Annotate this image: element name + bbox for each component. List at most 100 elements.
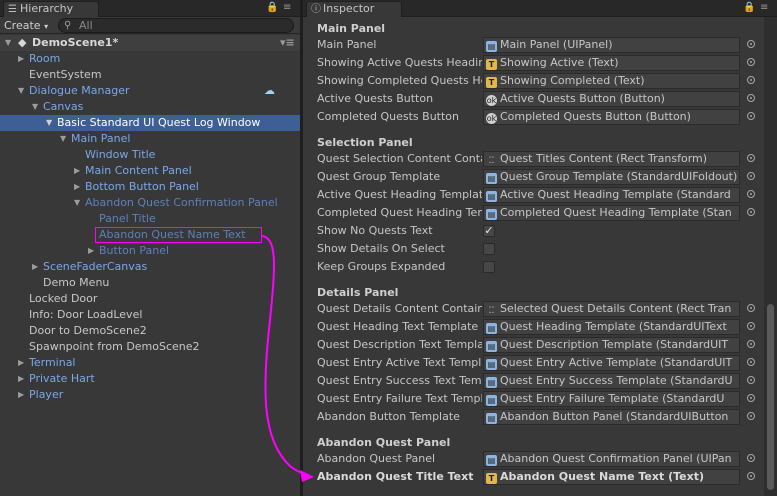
object-field[interactable]: ▤ Abandon Button Panel (StandardUIButton bbox=[483, 409, 740, 425]
tree-item-player[interactable]: ▶ Player bbox=[0, 387, 300, 403]
collapsed-arrow-icon[interactable]: ▶ bbox=[32, 259, 38, 275]
tree-item-demo-menu[interactable]: Demo Menu bbox=[0, 275, 300, 291]
tree-item-spawnpoint[interactable]: Spawnpoint from DemoScene2 bbox=[0, 339, 300, 355]
collapsed-arrow-icon[interactable]: ▶ bbox=[18, 371, 24, 387]
object-field[interactable]: ▤ Completed Quest Heading Template (Stan bbox=[483, 205, 740, 221]
prop-quest-selection-content[interactable]: Quest Selection Content Container ⁚⁚ Ques… bbox=[303, 150, 777, 168]
tree-item-panel-title[interactable]: Panel Title bbox=[0, 211, 300, 227]
object-picker-icon[interactable] bbox=[747, 322, 755, 330]
object-picker-icon[interactable] bbox=[747, 76, 755, 84]
tree-item-locked-door[interactable]: Locked Door bbox=[0, 291, 300, 307]
prop-quest-heading-text-template[interactable]: Quest Heading Text Template ▤ Quest Headi… bbox=[303, 318, 777, 336]
expanded-arrow-icon[interactable]: ▼ bbox=[74, 195, 80, 211]
keep-groups-expanded-checkbox[interactable] bbox=[483, 261, 495, 273]
object-field[interactable]: ⁚⁚ Quest Titles Content (Rect Transform) bbox=[483, 151, 740, 167]
object-picker-icon[interactable] bbox=[747, 112, 755, 120]
object-field[interactable]: ▤ Quest Entry Failure Template (StandardU bbox=[483, 391, 740, 407]
object-picker-icon[interactable] bbox=[747, 208, 755, 216]
object-picker-icon[interactable] bbox=[747, 304, 755, 312]
prop-completed-quests-button[interactable]: Completed Quests Button ok Completed Ques… bbox=[303, 108, 777, 126]
expanded-arrow-icon[interactable]: ▼ bbox=[46, 115, 52, 131]
tree-item-main-panel[interactable]: ▼ Main Panel bbox=[0, 131, 300, 147]
object-picker-icon[interactable] bbox=[747, 154, 755, 162]
tree-item-eventsystem[interactable]: EventSystem bbox=[0, 67, 300, 83]
object-picker-icon[interactable] bbox=[747, 94, 755, 102]
object-picker-icon[interactable] bbox=[747, 394, 755, 402]
prop-main-panel[interactable]: Main Panel ▤ Main Panel (UIPanel) bbox=[303, 36, 777, 54]
tab-inspector[interactable]: ⓘ Inspector bbox=[306, 1, 402, 17]
tree-item-main-content-panel[interactable]: ▶ Main Content Panel bbox=[0, 163, 300, 179]
tree-item-scenefadercanvas[interactable]: ▶ SceneFaderCanvas bbox=[0, 259, 300, 275]
expanded-arrow-icon[interactable]: ▼ bbox=[18, 83, 24, 99]
object-picker-icon[interactable] bbox=[747, 412, 755, 420]
prop-showing-completed-heading[interactable]: Showing Completed Quests Heading TShowin… bbox=[303, 72, 777, 90]
show-no-quests-checkbox[interactable]: ✓ bbox=[483, 225, 495, 237]
expanded-arrow-icon[interactable]: ▼ bbox=[5, 35, 11, 51]
lock-icon[interactable]: 🔒 bbox=[266, 2, 278, 13]
tree-item-bottom-button-panel[interactable]: ▶ Bottom Button Panel bbox=[0, 179, 300, 195]
object-field[interactable]: T Showing Active (Text) bbox=[483, 55, 740, 71]
lock-icon[interactable]: 🔒 bbox=[743, 2, 755, 13]
tab-hierarchy[interactable]: ☰ Hierarchy bbox=[3, 1, 99, 17]
prop-abandon-quest-panel[interactable]: Abandon Quest Panel ▤ Abandon Quest Confi… bbox=[303, 450, 777, 468]
object-picker-icon[interactable] bbox=[747, 358, 755, 366]
object-field[interactable]: ▤ Quest Description Template (StandardUIT bbox=[483, 337, 740, 353]
prop-active-quest-heading-template[interactable]: Active Quest Heading Template ▤ Active Qu… bbox=[303, 186, 777, 204]
prop-quest-entry-success-template[interactable]: Quest Entry Success Text Template ▤Quest… bbox=[303, 372, 777, 390]
search-input[interactable]: ⚲ All bbox=[58, 18, 294, 33]
object-picker-icon[interactable] bbox=[747, 190, 755, 198]
prop-abandon-button-template[interactable]: Abandon Button Template ▤ Abandon Button … bbox=[303, 408, 777, 426]
object-picker-icon[interactable] bbox=[747, 376, 755, 384]
prop-show-no-quests-text[interactable]: Show No Quests Text ✓ bbox=[303, 222, 777, 240]
object-picker-icon[interactable] bbox=[747, 58, 755, 66]
object-field[interactable]: ▤ Main Panel (UIPanel) bbox=[483, 37, 740, 53]
object-picker-icon[interactable] bbox=[747, 172, 755, 180]
tree-item-button-panel[interactable]: ▶ Button Panel bbox=[0, 243, 300, 259]
scene-row[interactable]: ▼ ◆ DemoScene1* ▾≡ bbox=[0, 35, 300, 51]
tree-item-canvas[interactable]: ▼ Canvas bbox=[0, 99, 300, 115]
expanded-arrow-icon[interactable]: ▼ bbox=[32, 99, 38, 115]
object-field[interactable]: ▤ Quest Heading Template (StandardUIText bbox=[483, 319, 740, 335]
collapsed-arrow-icon[interactable]: ▶ bbox=[74, 163, 80, 179]
prop-showing-active-heading[interactable]: Showing Active Quests Heading T Showing A… bbox=[303, 54, 777, 72]
prop-abandon-quest-title-text[interactable]: Abandon Quest Title Text T Abandon Quest … bbox=[303, 468, 777, 486]
tab-menu-icon[interactable]: ≡ bbox=[760, 2, 768, 13]
tree-item-quest-log-window[interactable]: ▼ Basic Standard UI Quest Log Window bbox=[0, 115, 300, 131]
object-field[interactable]: T Showing Completed (Text) bbox=[483, 73, 740, 89]
object-field[interactable]: ▤ Abandon Quest Confirmation Panel (UIPan bbox=[483, 451, 740, 467]
inspector-scrollbar[interactable] bbox=[764, 17, 777, 496]
tree-item-dialogue-manager[interactable]: ▼ Dialogue Manager ☁ bbox=[0, 83, 300, 99]
prop-quest-entry-failure-template[interactable]: Quest Entry Failure Text Template ▤Quest… bbox=[303, 390, 777, 408]
prop-quest-details-content[interactable]: Quest Details Content Container ⁚⁚ Select… bbox=[303, 300, 777, 318]
object-field[interactable]: ⁚⁚ Selected Quest Details Content (Rect T… bbox=[483, 301, 740, 317]
show-details-checkbox[interactable] bbox=[483, 243, 495, 255]
object-field[interactable]: ok Active Quests Button (Button) bbox=[483, 91, 740, 107]
tree-item-abandon-confirmation-panel[interactable]: ▼ Abandon Quest Confirmation Panel bbox=[0, 195, 300, 211]
object-picker-icon[interactable] bbox=[747, 472, 755, 480]
object-field[interactable]: ok Completed Quests Button (Button) bbox=[483, 109, 740, 125]
tree-item-door-to-demoscene2[interactable]: Door to DemoScene2 bbox=[0, 323, 300, 339]
collapsed-arrow-icon[interactable]: ▶ bbox=[74, 179, 80, 195]
object-field[interactable]: T Abandon Quest Name Text (Text) bbox=[483, 469, 740, 485]
create-dropdown[interactable]: Create ▾ bbox=[4, 18, 48, 33]
scene-menu-icon[interactable]: ▾≡ bbox=[280, 35, 295, 51]
object-field[interactable]: ▤ Quest Entry Active Template (StandardUI… bbox=[483, 355, 740, 371]
tab-menu-icon[interactable]: ≡ bbox=[283, 2, 291, 13]
collapsed-arrow-icon[interactable]: ▶ bbox=[88, 243, 94, 259]
collapsed-arrow-icon[interactable]: ▶ bbox=[18, 51, 24, 67]
collapsed-arrow-icon[interactable]: ▶ bbox=[18, 387, 24, 403]
tree-item-room[interactable]: ▶ Room bbox=[0, 51, 300, 67]
object-picker-icon[interactable] bbox=[747, 40, 755, 48]
object-field[interactable]: ▤ Active Quest Heading Template (Standard bbox=[483, 187, 740, 203]
object-field[interactable]: ▤ Quest Entry Success Template (StandardU bbox=[483, 373, 740, 389]
tree-item-info-door[interactable]: Info: Door LoadLevel bbox=[0, 307, 300, 323]
prop-quest-group-template[interactable]: Quest Group Template ▤ Quest Group Templa… bbox=[303, 168, 777, 186]
tree-item-window-title[interactable]: Window Title bbox=[0, 147, 300, 163]
object-picker-icon[interactable] bbox=[747, 454, 755, 462]
prop-quest-description-text-template[interactable]: Quest Description Text Template ▤ Quest D… bbox=[303, 336, 777, 354]
prop-active-quests-button[interactable]: Active Quests Button ok Active Quests But… bbox=[303, 90, 777, 108]
collapsed-arrow-icon[interactable]: ▶ bbox=[18, 355, 24, 371]
expanded-arrow-icon[interactable]: ▼ bbox=[60, 131, 66, 147]
scrollbar-thumb[interactable] bbox=[767, 304, 774, 490]
prop-keep-groups-expanded[interactable]: Keep Groups Expanded bbox=[303, 258, 777, 276]
